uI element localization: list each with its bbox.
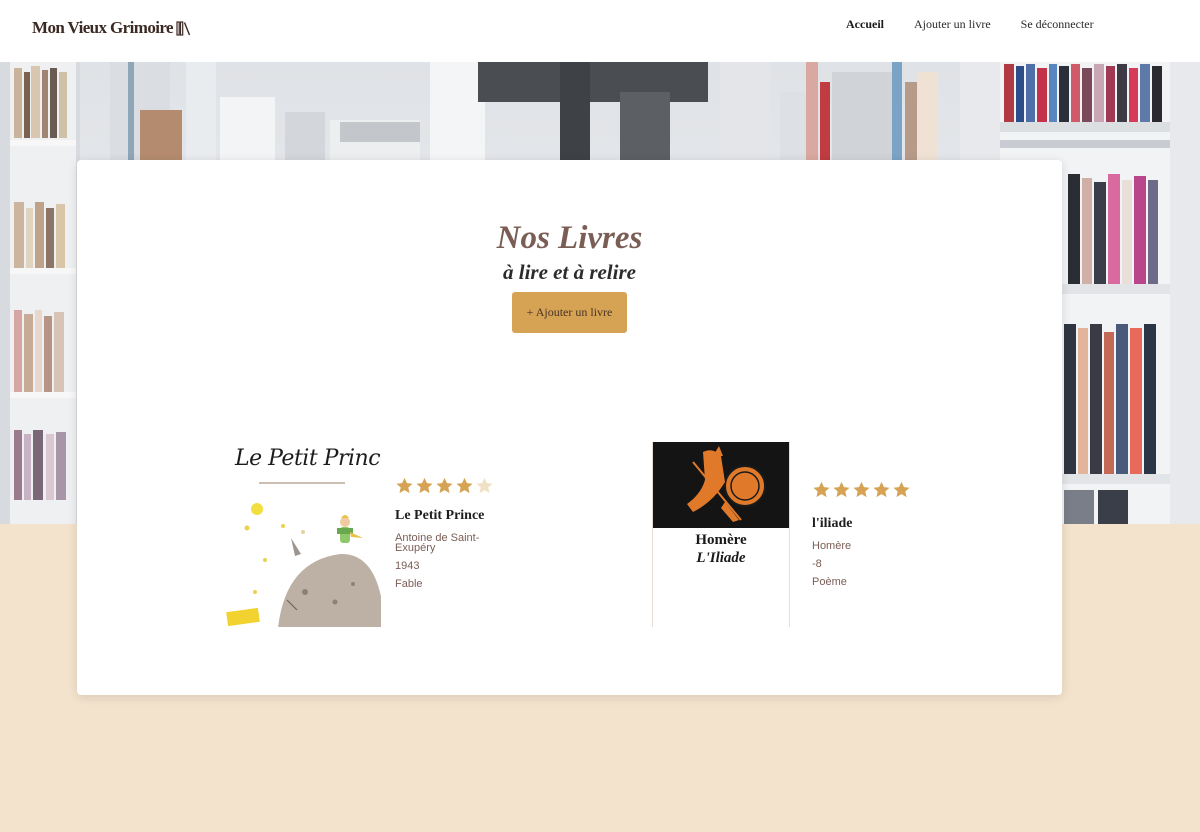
cover-title-text: L'Iliade [696, 550, 746, 566]
nav-home-link[interactable]: Accueil [846, 17, 884, 32]
star-filled-icon [833, 481, 850, 498]
page-title: Nos Livres [496, 220, 643, 256]
nav-add-book-link[interactable]: Ajouter un livre [914, 17, 991, 32]
rating-stars [395, 476, 505, 496]
book-card-iliade[interactable]: Homère L'Iliade l'iliade Homère -8 Poème [652, 442, 922, 627]
book-info: l'iliade Homère -8 Poème [812, 442, 922, 627]
top-navbar: Mon Vieux Grimoire Accueil Ajouter un li… [0, 0, 1200, 62]
book-year: 1943 [395, 560, 420, 572]
star-filled-icon [456, 477, 473, 494]
brand-logo[interactable]: Mon Vieux Grimoire [32, 18, 192, 38]
star-empty-icon [476, 477, 493, 494]
brand-name: Mon Vieux Grimoire [32, 18, 174, 37]
book-author: Antoine de Saint-Exupéry [395, 532, 480, 554]
books-icon [176, 20, 192, 37]
cover-author-text: Homère [695, 532, 747, 548]
main-nav: Accueil Ajouter un livre Se déconnecter [846, 17, 1094, 32]
star-filled-icon [813, 481, 830, 498]
books-card: Nos Livres à lire et à relire + Ajouter … [77, 160, 1062, 695]
star-filled-icon [396, 477, 413, 494]
star-filled-icon [893, 481, 910, 498]
book-genre: Fable [395, 578, 423, 590]
book-title[interactable]: Le Petit Prince [395, 508, 505, 524]
page-subtitle: à lire et à relire [503, 260, 636, 284]
book-title[interactable]: l'iliade [812, 516, 922, 532]
book-year: -8 [812, 558, 822, 570]
star-filled-icon [873, 481, 890, 498]
star-filled-icon [416, 477, 433, 494]
star-filled-icon [436, 477, 453, 494]
book-author: Homère [812, 540, 852, 552]
add-book-button[interactable]: + Ajouter un livre [512, 292, 627, 333]
star-filled-icon [853, 481, 870, 498]
nav-logout-link[interactable]: Se déconnecter [1021, 17, 1094, 32]
book-info: Le Petit Prince Antoine de Saint-Exupéry… [395, 442, 505, 627]
book-card-le-petit-prince[interactable]: Le Petit Prince Le Petit Prince Antoine … [225, 442, 505, 627]
book-cover-image[interactable]: Homère L'Iliade [652, 442, 790, 627]
book-cover-image[interactable]: Le Petit Prince [225, 442, 381, 627]
book-genre: Poème [812, 576, 847, 588]
rating-stars [812, 480, 922, 500]
